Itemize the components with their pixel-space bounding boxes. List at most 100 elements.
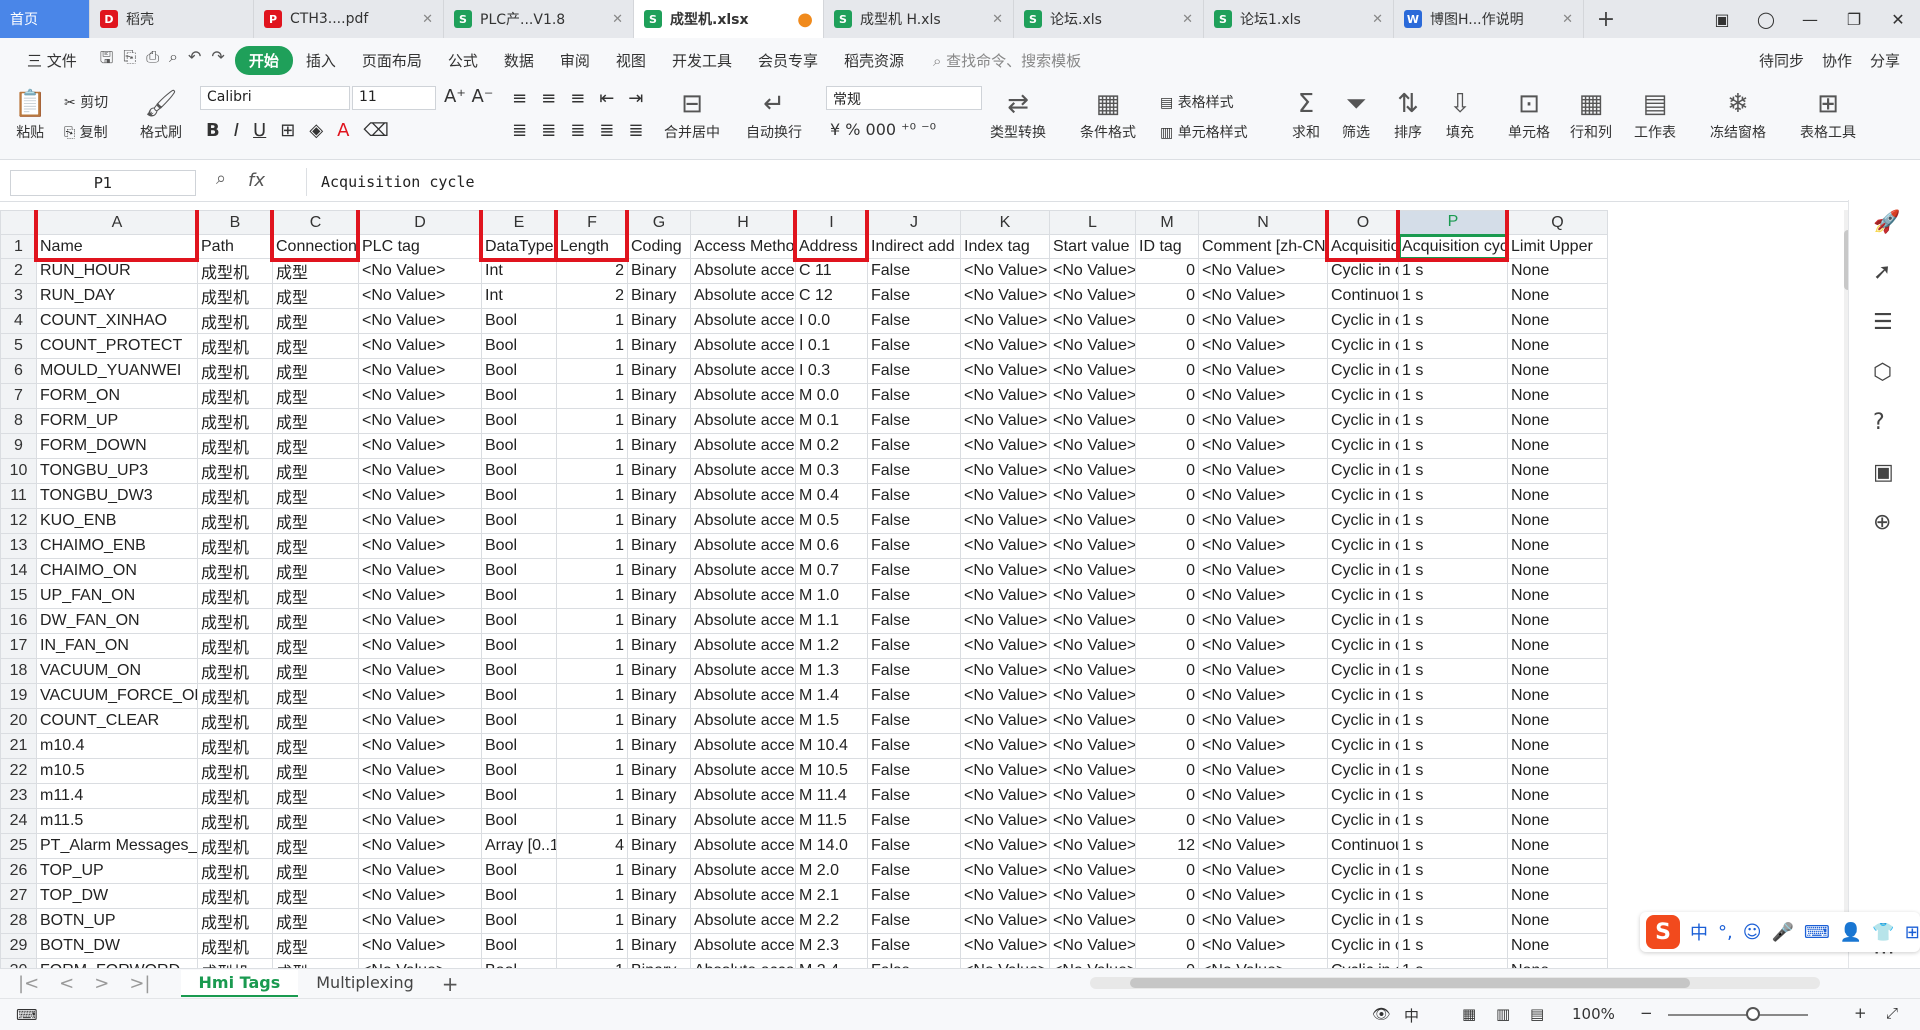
cell[interactable]: VACUUM_ON: [36, 658, 198, 684]
cell[interactable]: <No Value>: [1198, 283, 1328, 309]
cell[interactable]: <No Value>: [1198, 758, 1328, 784]
first-sheet-icon[interactable]: |<: [18, 973, 39, 994]
cell[interactable]: False: [867, 883, 961, 909]
cell[interactable]: Bool: [481, 308, 557, 334]
cell[interactable]: Cyclic in ope: [1327, 933, 1399, 959]
cell[interactable]: m10.5: [36, 758, 198, 784]
cell[interactable]: Bool: [481, 383, 557, 409]
cell[interactable]: None: [1507, 508, 1608, 534]
undo-icon[interactable]: ↶: [188, 47, 201, 74]
cell[interactable]: Bool: [481, 408, 557, 434]
cell[interactable]: <No Value>: [960, 608, 1050, 634]
cell[interactable]: 1: [556, 708, 628, 734]
prev-sheet-icon[interactable]: <: [59, 973, 74, 994]
cell[interactable]: Absolute access: [690, 533, 796, 559]
cell[interactable]: <No Value>: [1198, 383, 1328, 409]
cell[interactable]: TONGBU_UP3: [36, 458, 198, 484]
cell[interactable]: <No Value>: [960, 908, 1050, 934]
cell[interactable]: <No Value>: [358, 833, 482, 859]
row-header[interactable]: 4: [0, 308, 37, 334]
cell[interactable]: Absolute access: [690, 383, 796, 409]
cell[interactable]: Absolute access: [690, 258, 796, 284]
cell[interactable]: 1 s: [1398, 933, 1508, 959]
cell[interactable]: Absolute access: [690, 508, 796, 534]
cell[interactable]: Binary: [627, 758, 691, 784]
cell[interactable]: Cyclic in ope: [1327, 458, 1399, 484]
row-header[interactable]: 3: [0, 283, 37, 309]
cell[interactable]: Binary: [627, 433, 691, 459]
cell[interactable]: M 0.1: [795, 408, 868, 434]
cell[interactable]: Binary: [627, 958, 691, 968]
cell[interactable]: <No Value>: [960, 658, 1050, 684]
cursor-icon[interactable]: ➚: [1873, 260, 1891, 285]
cell[interactable]: 成型机: [197, 633, 273, 659]
cell[interactable]: M 0.5: [795, 508, 868, 534]
cell[interactable]: False: [867, 733, 961, 759]
cell[interactable]: M 1.5: [795, 708, 868, 734]
cell[interactable]: Cyclic in ope: [1327, 358, 1399, 384]
filter-button[interactable]: ⏷ 筛选: [1342, 86, 1370, 142]
cell[interactable]: 1 s: [1398, 283, 1508, 309]
cell[interactable]: <No Value>: [960, 683, 1050, 709]
cell[interactable]: 成型机: [197, 608, 273, 634]
cell[interactable]: Cyclic in ope: [1327, 758, 1399, 784]
keyboard-icon[interactable]: ⌨: [1804, 922, 1830, 943]
cell[interactable]: Absolute access: [690, 758, 796, 784]
cell[interactable]: 成型: [272, 608, 359, 634]
cell[interactable]: <No Value>: [358, 308, 482, 334]
cell[interactable]: 0: [1135, 933, 1199, 959]
rocket-icon[interactable]: 🚀: [1873, 210, 1900, 235]
cell[interactable]: 成型: [272, 508, 359, 534]
cell[interactable]: 成型: [272, 783, 359, 809]
cell[interactable]: 1: [556, 483, 628, 509]
cell[interactable]: False: [867, 608, 961, 634]
cell[interactable]: Cyclic in ope: [1327, 658, 1399, 684]
cell[interactable]: 0: [1135, 258, 1199, 284]
cell[interactable]: False: [867, 383, 961, 409]
cell[interactable]: 成型机: [197, 833, 273, 859]
cell[interactable]: Binary: [627, 808, 691, 834]
cell[interactable]: None: [1507, 858, 1608, 884]
cell[interactable]: None: [1507, 683, 1608, 709]
cell[interactable]: Array [0..1]: [481, 833, 557, 859]
align-top-icon[interactable]: ≡: [512, 88, 527, 109]
cell[interactable]: Cyclic in ope: [1327, 533, 1399, 559]
cell[interactable]: <No Value>: [960, 458, 1050, 484]
cell[interactable]: Cyclic in ope: [1327, 333, 1399, 359]
cell[interactable]: <No Value>: [358, 283, 482, 309]
cell[interactable]: 成型: [272, 383, 359, 409]
row-header[interactable]: 15: [0, 583, 37, 609]
cell[interactable]: Absolute access: [690, 458, 796, 484]
cell[interactable]: Binary: [627, 583, 691, 609]
cell[interactable]: False: [867, 933, 961, 959]
cell[interactable]: Binary: [627, 658, 691, 684]
cell[interactable]: Absolute access: [690, 883, 796, 909]
cell[interactable]: <No Value>: [358, 408, 482, 434]
cell[interactable]: 4: [556, 833, 628, 859]
cell[interactable]: <No Value>: [1049, 858, 1136, 884]
column-header-L[interactable]: L: [1049, 210, 1136, 235]
cell[interactable]: Cyclic in ope: [1327, 808, 1399, 834]
cell[interactable]: 1 s: [1398, 733, 1508, 759]
font-name-select[interactable]: Calibri: [200, 86, 350, 110]
cell[interactable]: Binary: [627, 908, 691, 934]
cell[interactable]: Binary: [627, 933, 691, 959]
cell[interactable]: 1 s: [1398, 708, 1508, 734]
cell[interactable]: <No Value>: [1198, 333, 1328, 359]
cell[interactable]: <No Value>: [1049, 708, 1136, 734]
cell[interactable]: CHAIMO_ON: [36, 558, 198, 584]
cell[interactable]: 1 s: [1398, 558, 1508, 584]
cell[interactable]: BOTN_DW: [36, 933, 198, 959]
punctuation-icon[interactable]: °,: [1718, 922, 1733, 943]
underline-icon[interactable]: U: [253, 120, 266, 141]
row-col-button[interactable]: ▦ 行和列: [1570, 86, 1612, 142]
zoom-in-icon[interactable]: +: [1854, 1004, 1867, 1022]
cell[interactable]: KUO_ENB: [36, 508, 198, 534]
close-tab-icon[interactable]: ✕: [1182, 12, 1193, 27]
cell[interactable]: False: [867, 433, 961, 459]
cell[interactable]: 成型机: [197, 433, 273, 459]
avatar[interactable]: ◯: [1744, 10, 1788, 29]
cell[interactable]: <No Value>: [358, 658, 482, 684]
cell[interactable]: None: [1507, 558, 1608, 584]
fullscreen-icon[interactable]: ⤢: [1886, 1004, 1898, 1022]
